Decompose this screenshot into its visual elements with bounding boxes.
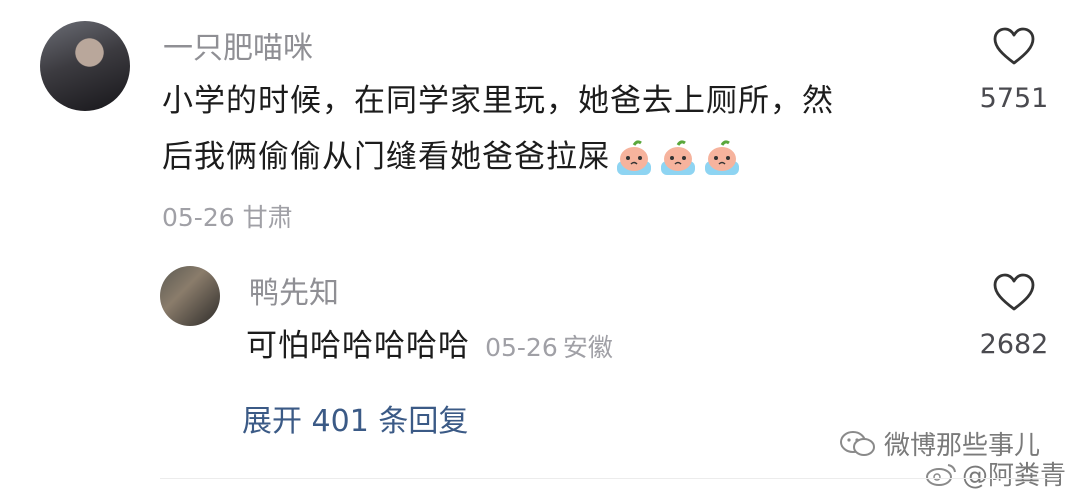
reply-text: 可怕哈哈哈哈哈	[246, 328, 470, 364]
replier-avatar[interactable]	[160, 266, 220, 326]
weibo-icon	[926, 463, 956, 486]
replier-username[interactable]: 鸭先知	[249, 268, 339, 312]
reply-like-count: 2682	[979, 329, 1049, 360]
comment-text-line2: 后我俩偷偷从门缝看她爸爸拉屎	[162, 139, 610, 175]
crying-emoji-icon	[658, 139, 698, 179]
heart-icon[interactable]	[992, 272, 1036, 312]
comment-like-count: 5751	[979, 83, 1049, 114]
comment-text: 小学的时候，在同学家里玩，她爸去上厕所，然 后我俩偷偷从门缝看她爸爸拉屎	[162, 73, 962, 185]
reply-location: 安徽	[562, 333, 613, 362]
comment-date: 05-26	[162, 203, 235, 232]
comment-location: 甘肃	[242, 203, 293, 232]
wechat-icon	[840, 430, 875, 456]
weibo-watermark: @阿粪青	[924, 455, 1066, 492]
comment-text-line2-row: 后我俩偷偷从门缝看她爸爸拉屎	[162, 129, 962, 185]
watermark-line2: @阿粪青	[962, 461, 1067, 491]
commenter-avatar[interactable]	[40, 21, 130, 111]
comment-like-button[interactable]	[992, 26, 1036, 70]
reply-like-button[interactable]	[992, 272, 1036, 316]
crying-emoji-icon	[614, 139, 654, 179]
heart-icon[interactable]	[992, 26, 1036, 66]
reply-date: 05-26	[485, 333, 558, 362]
comment-text-line1: 小学的时候，在同学家里玩，她爸去上厕所，然	[162, 83, 834, 119]
expand-replies-link[interactable]: 展开 401 条回复	[242, 396, 468, 440]
crying-emoji-icon	[702, 139, 742, 179]
commenter-username[interactable]: 一只肥喵咪	[163, 23, 313, 67]
reply-row: 可怕哈哈哈哈哈 05-26 安徽	[246, 326, 613, 366]
comment-meta: 05-26 甘肃	[162, 198, 293, 234]
divider	[160, 478, 1060, 479]
